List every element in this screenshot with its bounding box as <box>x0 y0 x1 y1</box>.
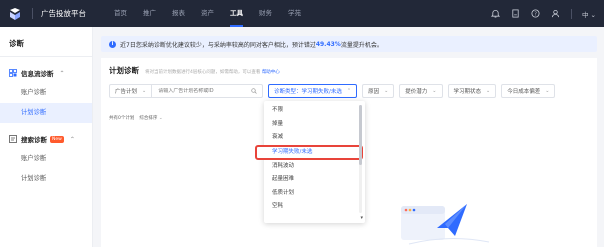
sidebar-group-label: 信息流诊断 <box>21 70 54 78</box>
nav-promotion[interactable]: 推广 <box>135 0 164 27</box>
sidebar-group-label: 搜索诊断 <box>21 136 47 144</box>
dropdown-option[interactable]: 不限 <box>264 104 365 118</box>
sidebar-item-account-diagnosis[interactable]: 账户诊断 <box>0 83 92 103</box>
main-nav: 首页 推广 报表 资产 工具 财务 学苑 <box>106 0 309 27</box>
chevron-up-icon: ⌃ <box>59 69 65 77</box>
search-doc-icon <box>9 135 17 143</box>
sidebar: 诊断 信息流诊断 ⌃ 账户诊断 计划诊断 搜索诊断 New ⌃ 账户诊断 计划诊… <box>0 27 93 247</box>
dropdown-option[interactable]: 低质计划 <box>264 187 365 201</box>
top-right-tools: ? 中 ⌄ <box>491 0 596 27</box>
info-icon: i <box>109 40 116 48</box>
sidebar-item-search-account-diagnosis[interactable]: 账户诊断 <box>0 149 92 169</box>
language-switch[interactable]: 中 ⌄ <box>582 9 596 19</box>
chevron-down-icon: ⌄ <box>158 116 163 121</box>
nav-assets[interactable]: 资产 <box>193 0 222 27</box>
chevron-up-icon: ⌃ <box>346 88 352 94</box>
dropdown-option-selected[interactable]: 学习期失败/未选 <box>255 144 363 160</box>
user-icon[interactable] <box>551 9 561 19</box>
logo-icon[interactable] <box>0 0 30 27</box>
search-icon[interactable] <box>251 88 257 94</box>
diagnosis-type-label: 诊断类型：学习期失败/未选 <box>274 89 342 95</box>
learning-state-label: 学习期状态 <box>453 89 482 95</box>
dropdown-list: 不限 掉量 衰减 学习期失败/未选 消耗波动 起量困难 低质计划 空耗 <box>255 101 365 214</box>
sidebar-item-plan-diagnosis[interactable]: 计划诊断 <box>0 103 92 123</box>
sidebar-title: 诊断 <box>0 27 92 57</box>
plan-count: 共有0个计划 <box>109 116 135 121</box>
sidebar-item-search-plan-diagnosis[interactable]: 计划诊断 <box>0 169 92 189</box>
notice-text: 近7日您采纳诊断优化建议较少，与采纳率较高的同对客户相比，预计错过 <box>120 41 316 49</box>
suggestion-label: 提价潜力 <box>405 89 428 95</box>
panel-description: 将对当前计划数据进行4层核心问题，如需帮助，可以查看 帮助中心 <box>145 69 280 75</box>
notice-highlight: 49.43% <box>315 40 341 48</box>
grid-icon <box>9 69 17 77</box>
dropdown-scrollbar[interactable] <box>359 105 362 213</box>
diagnosis-type-dropdown: 不限 掉量 衰减 学习期失败/未选 消耗波动 起量困难 低质计划 空耗 ▾ <box>255 101 365 223</box>
sort-row: 共有0个计划 综合排序 ⌄ <box>109 115 163 121</box>
chevron-up-icon: ⌃ <box>69 135 75 143</box>
reason-label: 原因 <box>368 89 380 95</box>
suggestion-select[interactable]: 提价潜力 ⌄ <box>399 84 443 98</box>
chevron-down-icon: ⌄ <box>142 88 147 94</box>
document-icon[interactable] <box>511 9 521 19</box>
chevron-down-icon: ⌄ <box>486 88 491 94</box>
platform-name: 广告投放平台 <box>32 8 86 19</box>
reason-select[interactable]: 原因 ⌄ <box>362 84 395 98</box>
dropdown-option[interactable]: 空耗 <box>264 200 365 214</box>
help-center-link[interactable]: 帮助中心 <box>262 70 280 75</box>
nav-reports[interactable]: 报表 <box>164 0 193 27</box>
chevron-down-icon: ⌄ <box>384 88 389 94</box>
scope-select-label: 广告计划 <box>115 89 138 95</box>
notice-text-end: 流量提升机会。 <box>340 41 383 49</box>
bell-icon[interactable] <box>491 9 501 19</box>
notice-banner: i 近7日您采纳诊断优化建议较少，与采纳率较高的同对客户相比，预计错过 49.4… <box>101 36 597 52</box>
dropdown-option[interactable]: 衰减 <box>264 131 365 145</box>
scrollbar-thumb[interactable] <box>359 105 362 165</box>
scroll-down-icon[interactable]: ▾ <box>360 215 363 221</box>
main-content: i 近7日您采纳诊断优化建议较少，与采纳率较高的同对客户相比，预计错过 49.4… <box>93 27 604 247</box>
sidebar-group-feed[interactable]: 信息流诊断 ⌃ <box>0 63 92 83</box>
nav-finance[interactable]: 财务 <box>251 0 280 27</box>
cost-deviation-label: 今日成本偏差 <box>507 89 541 95</box>
svg-text:?: ? <box>535 11 538 17</box>
help-icon[interactable]: ? <box>531 9 541 19</box>
diagnosis-type-select[interactable]: 诊断类型：学习期失败/未选 ⌃ <box>268 84 358 98</box>
scope-select[interactable]: 广告计划 ⌄ <box>110 85 153 97</box>
nav-academy[interactable]: 学苑 <box>280 0 309 27</box>
dropdown-option[interactable]: 起量困难 <box>264 173 365 187</box>
filter-bar: 广告计划 ⌄ 诊断类型：学习期失败/未选 ⌃ 原因 ⌄ 提价潜力 ⌄ <box>109 84 556 98</box>
page-title: 计划诊断 <box>109 66 139 75</box>
new-badge: New <box>50 135 64 143</box>
sidebar-group-search[interactable]: 搜索诊断 New ⌃ <box>0 129 92 149</box>
learning-state-select[interactable]: 学习期状态 ⌄ <box>447 84 497 98</box>
chevron-down-icon: ⌄ <box>545 88 550 94</box>
search-input[interactable] <box>152 88 241 94</box>
panel-description-text: 将对当前计划数据进行4层核心问题，如需帮助，可以查看 <box>145 70 261 75</box>
divider <box>570 8 572 19</box>
sort-select[interactable]: 综合排序 ⌄ <box>139 115 162 121</box>
dropdown-option[interactable]: 掉量 <box>264 118 365 132</box>
sort-label: 综合排序 <box>139 116 158 121</box>
nav-home[interactable]: 首页 <box>106 0 135 27</box>
language-label: 中 <box>581 10 589 19</box>
empty-state-illustration <box>389 188 509 247</box>
cost-deviation-select[interactable]: 今日成本偏差 ⌄ <box>501 84 556 98</box>
chevron-down-icon: ⌄ <box>432 88 437 94</box>
dropdown-option[interactable]: 消耗波动 <box>264 160 365 174</box>
top-navigation-bar: 广告投放平台 首页 推广 报表 资产 工具 财务 学苑 ? 中 ⌄ <box>0 0 604 27</box>
search-box: 广告计划 ⌄ <box>109 84 263 98</box>
chevron-down-icon: ⌄ <box>590 10 596 19</box>
panel-header: 计划诊断 将对当前计划数据进行4层核心问题，如需帮助，可以查看 帮助中心 <box>109 65 280 76</box>
nav-tools[interactable]: 工具 <box>222 0 251 27</box>
